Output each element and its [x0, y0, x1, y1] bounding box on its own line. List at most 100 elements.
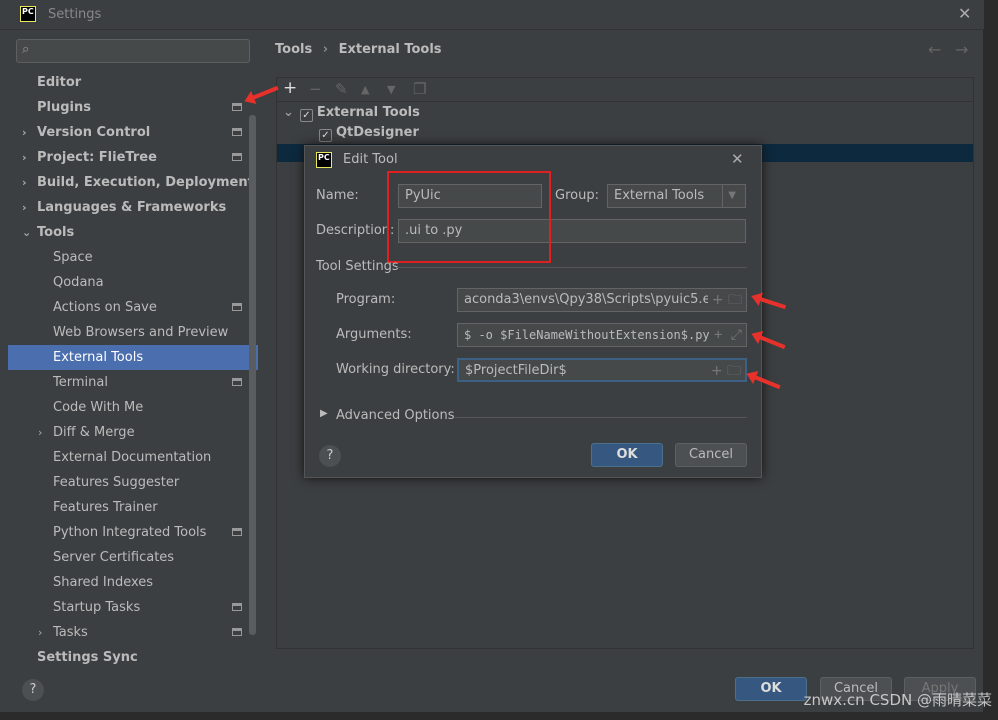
sidebar-item[interactable]: Editor [8, 70, 258, 95]
working-directory-label: Working directory: [336, 362, 455, 377]
insert-macro-icon[interactable]: + ⤢ [709, 324, 742, 346]
tools-toolbar: + − ✎ ▲ ▼ ❐ [277, 78, 973, 102]
sidebar-item-label: Actions on Save [53, 300, 157, 315]
chevron-right-icon[interactable]: › [22, 145, 27, 170]
sidebar-item[interactable]: Plugins [8, 95, 258, 120]
close-icon[interactable]: ✕ [731, 150, 744, 168]
sidebar-item[interactable]: ⌄ Tools [8, 220, 258, 245]
sidebar-item[interactable]: Shared Indexes [8, 570, 258, 595]
settings-search-input[interactable] [16, 39, 250, 63]
tree-group-external-tools[interactable]: ⌄ ✓ External Tools [283, 105, 420, 122]
search-icon: ⌕ [22, 42, 30, 57]
sidebar-item[interactable]: Space [8, 245, 258, 270]
sidebar-item-label: Qodana [53, 275, 104, 290]
breadcrumb-separator: › [322, 42, 329, 57]
sidebar-item[interactable]: › Version Control [8, 120, 258, 145]
sidebar-item-label: Code With Me [53, 400, 144, 415]
chevron-right-icon[interactable]: › [38, 620, 42, 645]
copy-icon[interactable]: ❐ [413, 80, 426, 98]
watermark: znwx.cn CSDN @雨晴菜菜 [803, 691, 992, 709]
chevron-right-icon[interactable]: › [22, 120, 27, 145]
sidebar-item-label: Version Control [37, 125, 151, 140]
tree-item-qtdesigner[interactable]: ✓ QtDesigner [319, 125, 419, 142]
sidebar-item[interactable]: › Build, Execution, Deployment [8, 170, 258, 195]
sidebar-item-label: Tasks [53, 625, 88, 640]
arguments-input[interactable]: $ -o $FileNameWithoutExtension$.py + ⤢ [457, 323, 747, 347]
sidebar-item[interactable]: Server Certificates [8, 545, 258, 570]
move-down-icon[interactable]: ▼ [387, 83, 395, 96]
sidebar-item[interactable]: Features Suggester [8, 470, 258, 495]
sidebar-item-label: Features Trainer [53, 500, 158, 515]
sidebar-item[interactable]: External Tools [8, 345, 258, 370]
chevron-right-icon[interactable]: › [38, 420, 42, 445]
expand-icon[interactable]: ⤢ [731, 327, 742, 343]
sidebar-item[interactable]: Python Integrated Tools [8, 520, 258, 545]
insert-macro-icon[interactable]: + 🗀 [707, 289, 742, 311]
project-scope-icon [232, 603, 242, 611]
chevron-right-icon[interactable]: › [22, 170, 27, 195]
sidebar-item[interactable]: › Diff & Merge [8, 420, 258, 445]
arguments-label: Arguments: [336, 327, 412, 342]
sidebar-item-label: Project: FlieTree [37, 150, 157, 165]
sidebar-item[interactable]: › Languages & Frameworks [8, 195, 258, 220]
sidebar-item[interactable]: Qodana [8, 270, 258, 295]
sidebar-item-label: Editor [37, 75, 82, 90]
dialog-ok-button[interactable]: OK [591, 443, 663, 467]
checkbox-icon[interactable]: ✓ [299, 109, 313, 122]
sidebar-item[interactable]: Actions on Save [8, 295, 258, 320]
folder-icon[interactable]: 🗀 [728, 292, 742, 308]
remove-icon[interactable]: − [309, 80, 322, 98]
sidebar-item-label: Web Browsers and Preview [53, 325, 229, 340]
advanced-options-toggle[interactable]: Advanced Options [336, 408, 455, 423]
sidebar-item-label: Shared Indexes [53, 575, 154, 590]
tree-item-label: QtDesigner [336, 125, 419, 140]
project-scope-icon [232, 303, 242, 311]
help-button[interactable]: ? [319, 445, 341, 467]
sidebar-item-label: External Documentation [53, 450, 212, 465]
sidebar-item-label: Build, Execution, Deployment [37, 175, 254, 190]
expand-triangle-icon[interactable]: ▶ [320, 408, 328, 419]
group-label: Group: [555, 188, 599, 203]
help-button[interactable]: ? [22, 679, 44, 701]
insert-macro-icon[interactable]: + 🗀 [706, 360, 741, 380]
group-select[interactable]: External Tools ▼ [607, 184, 746, 208]
breadcrumb-parent[interactable]: Tools [275, 42, 312, 57]
sidebar-item[interactable]: Features Trainer [8, 495, 258, 520]
forward-arrow-icon[interactable]: → [955, 40, 968, 59]
project-scope-icon [232, 528, 242, 536]
ok-button[interactable]: OK [735, 677, 807, 701]
dialog-cancel-button[interactable]: Cancel [675, 443, 747, 467]
sidebar-item-label: Languages & Frameworks [37, 200, 227, 215]
sidebar-item[interactable]: › Tasks [8, 620, 258, 645]
add-icon[interactable]: + [283, 78, 297, 98]
sidebar-item[interactable]: Startup Tasks [8, 595, 258, 620]
sidebar-item[interactable]: Web Browsers and Preview [8, 320, 258, 345]
tool-settings-heading: Tool Settings [316, 259, 399, 274]
working-directory-input[interactable]: $ProjectFileDir$ + 🗀 [457, 358, 747, 382]
project-scope-icon [232, 103, 242, 111]
chevron-down-icon[interactable]: ⌄ [22, 220, 31, 245]
dropdown-arrow-icon[interactable]: ▼ [722, 185, 741, 207]
chevron-down-icon[interactable]: ⌄ [283, 105, 294, 120]
edit-icon[interactable]: ✎ [335, 80, 348, 98]
sidebar-item[interactable]: External Documentation [8, 445, 258, 470]
sidebar-item[interactable]: Terminal [8, 370, 258, 395]
breadcrumb-current: External Tools [338, 42, 442, 57]
sidebar-item-label: Server Certificates [53, 550, 175, 565]
chevron-right-icon[interactable]: › [22, 195, 27, 220]
move-up-icon[interactable]: ▲ [361, 83, 369, 96]
sidebar-scrollbar[interactable] [249, 115, 256, 635]
checkbox-icon[interactable]: ✓ [319, 129, 332, 142]
close-icon[interactable]: ✕ [958, 4, 971, 23]
folder-icon[interactable]: 🗀 [727, 363, 741, 379]
sidebar-item[interactable]: Code With Me [8, 395, 258, 420]
working-directory-value: $ProjectFileDir$ [465, 363, 567, 378]
dialog-title: Edit Tool [343, 152, 398, 167]
program-input[interactable]: aconda3\envs\Qpy38\Scripts\pyuic5.exe + 🗀 [457, 288, 747, 312]
sidebar-item[interactable]: Settings Sync [8, 645, 258, 670]
title-bar: PC Settings ✕ [0, 0, 984, 30]
sidebar-item-label: Tools [37, 225, 75, 240]
back-arrow-icon[interactable]: ← [928, 40, 941, 59]
sidebar-item-label: Plugins [37, 100, 91, 115]
sidebar-item[interactable]: › Project: FlieTree [8, 145, 258, 170]
